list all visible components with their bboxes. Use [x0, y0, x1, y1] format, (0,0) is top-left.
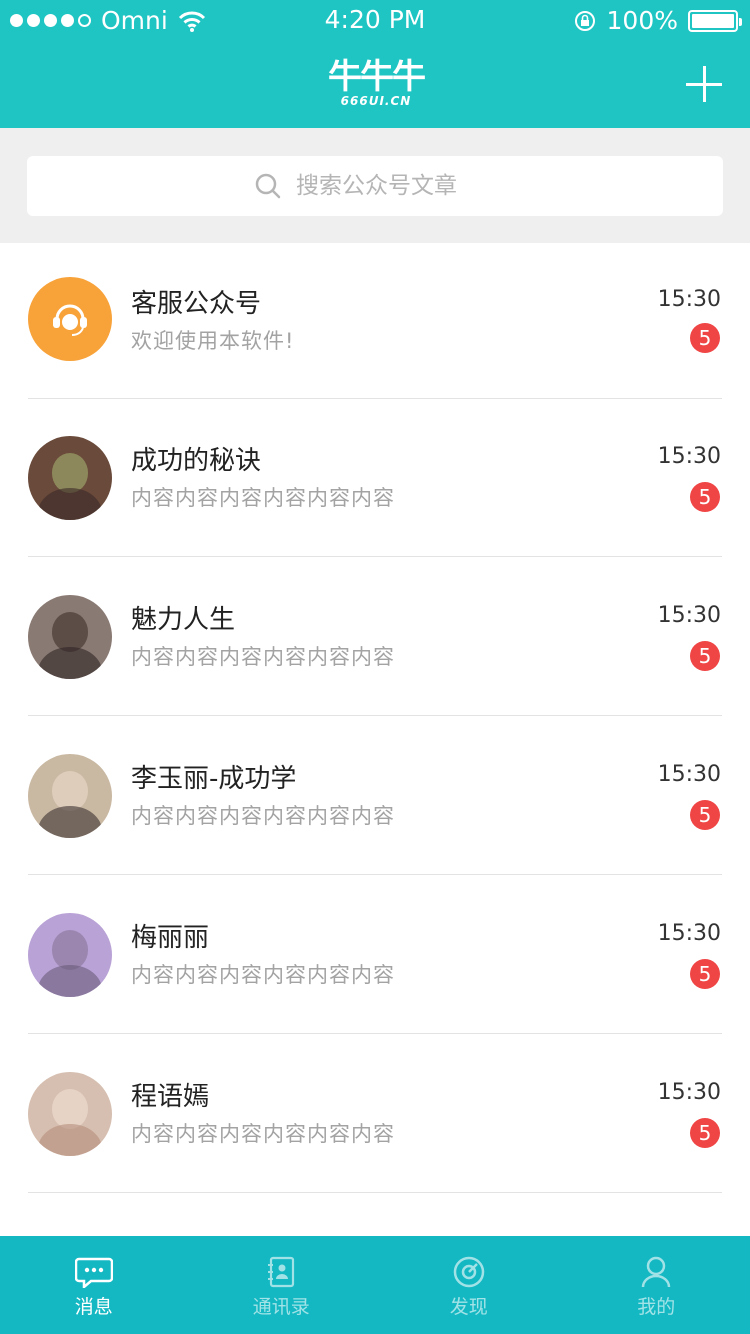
conversation-row[interactable]: 梅丽丽 内容内容内容内容内容内容 15:30 5 — [0, 875, 750, 1034]
avatar — [28, 436, 112, 520]
message-time: 15:30 — [657, 444, 721, 469]
contact-name: 成功的秘诀 — [131, 446, 262, 476]
tab-label: 通讯录 — [252, 1296, 310, 1318]
unread-badge: 5 — [690, 641, 720, 671]
message-icon — [74, 1257, 113, 1288]
unread-badge: 5 — [690, 800, 720, 830]
tab-messages[interactable]: 消息 — [0, 1236, 188, 1334]
tab-label: 消息 — [74, 1296, 113, 1318]
contact-name: 魅力人生 — [131, 605, 236, 635]
search-bar[interactable] — [27, 156, 723, 216]
conversation-row[interactable]: 程语嫣 内容内容内容内容内容内容 15:30 5 — [0, 1034, 750, 1193]
avatar — [28, 754, 112, 838]
discover-icon — [453, 1256, 484, 1288]
unread-badge: 5 — [690, 323, 720, 353]
header: Omni 4:20 PM 100% 牛牛牛 666UI.CN — [0, 0, 750, 128]
rotation-lock-icon — [574, 10, 595, 31]
tab-discover[interactable]: 发现 — [375, 1236, 563, 1334]
search-icon — [255, 173, 281, 199]
unread-badge: 5 — [690, 1118, 720, 1148]
message-preview: 欢迎使用本软件! — [131, 329, 295, 353]
conversation-row[interactable]: 魅力人生 内容内容内容内容内容内容 15:30 5 — [0, 557, 750, 716]
message-time: 15:30 — [657, 603, 721, 628]
tab-label: 发现 — [449, 1296, 488, 1318]
customer-service-icon — [53, 304, 87, 336]
tab-label: 我的 — [637, 1296, 676, 1318]
app-logo: 牛牛牛 666UI.CN — [318, 60, 434, 112]
battery-percent: 100% — [606, 6, 678, 35]
conversation-list: 客服公众号 欢迎使用本软件! 15:30 5 成功的秘诀 内容内容内容内容内容内… — [0, 243, 750, 1193]
tab-profile[interactable]: 我的 — [563, 1236, 750, 1334]
message-preview: 内容内容内容内容内容内容 — [131, 1122, 395, 1146]
divider — [28, 1192, 722, 1193]
message-preview: 内容内容内容内容内容内容 — [131, 486, 395, 510]
message-time: 15:30 — [657, 1080, 721, 1105]
message-preview: 内容内容内容内容内容内容 — [131, 645, 395, 669]
message-preview: 内容内容内容内容内容内容 — [131, 804, 395, 828]
conversation-row[interactable]: 李玉丽-成功学 内容内容内容内容内容内容 15:30 5 — [0, 716, 750, 875]
avatar — [28, 913, 112, 997]
tab-contacts[interactable]: 通讯录 — [188, 1236, 376, 1334]
status-bar: Omni 4:20 PM 100% — [0, 0, 750, 40]
battery-icon — [688, 9, 742, 32]
message-preview: 内容内容内容内容内容内容 — [131, 963, 395, 987]
message-time: 15:30 — [657, 921, 721, 946]
profile-icon — [642, 1256, 671, 1288]
logo-mark: 牛牛牛 — [328, 57, 426, 97]
message-time: 15:30 — [657, 287, 721, 312]
contact-name: 程语嫣 — [131, 1082, 210, 1112]
add-button[interactable] — [684, 64, 724, 104]
status-right: 100% — [573, 6, 742, 35]
contact-name: 李玉丽-成功学 — [131, 764, 297, 794]
conversation-row[interactable]: 成功的秘诀 内容内容内容内容内容内容 15:30 5 — [0, 402, 750, 557]
contacts-icon — [268, 1256, 295, 1288]
unread-badge: 5 — [690, 482, 720, 512]
search-input[interactable] — [296, 173, 496, 199]
contact-name: 客服公众号 — [131, 289, 262, 319]
divider — [28, 398, 722, 399]
avatar — [28, 595, 112, 679]
search-area — [0, 128, 750, 243]
avatar — [28, 277, 112, 361]
conversation-row[interactable]: 客服公众号 欢迎使用本软件! 15:30 5 — [0, 243, 750, 402]
unread-badge: 5 — [690, 959, 720, 989]
avatar — [28, 1072, 112, 1156]
message-time: 15:30 — [657, 762, 721, 787]
tab-bar: 消息 通讯录 发现 我的 — [0, 1236, 750, 1334]
contact-name: 梅丽丽 — [131, 923, 210, 953]
